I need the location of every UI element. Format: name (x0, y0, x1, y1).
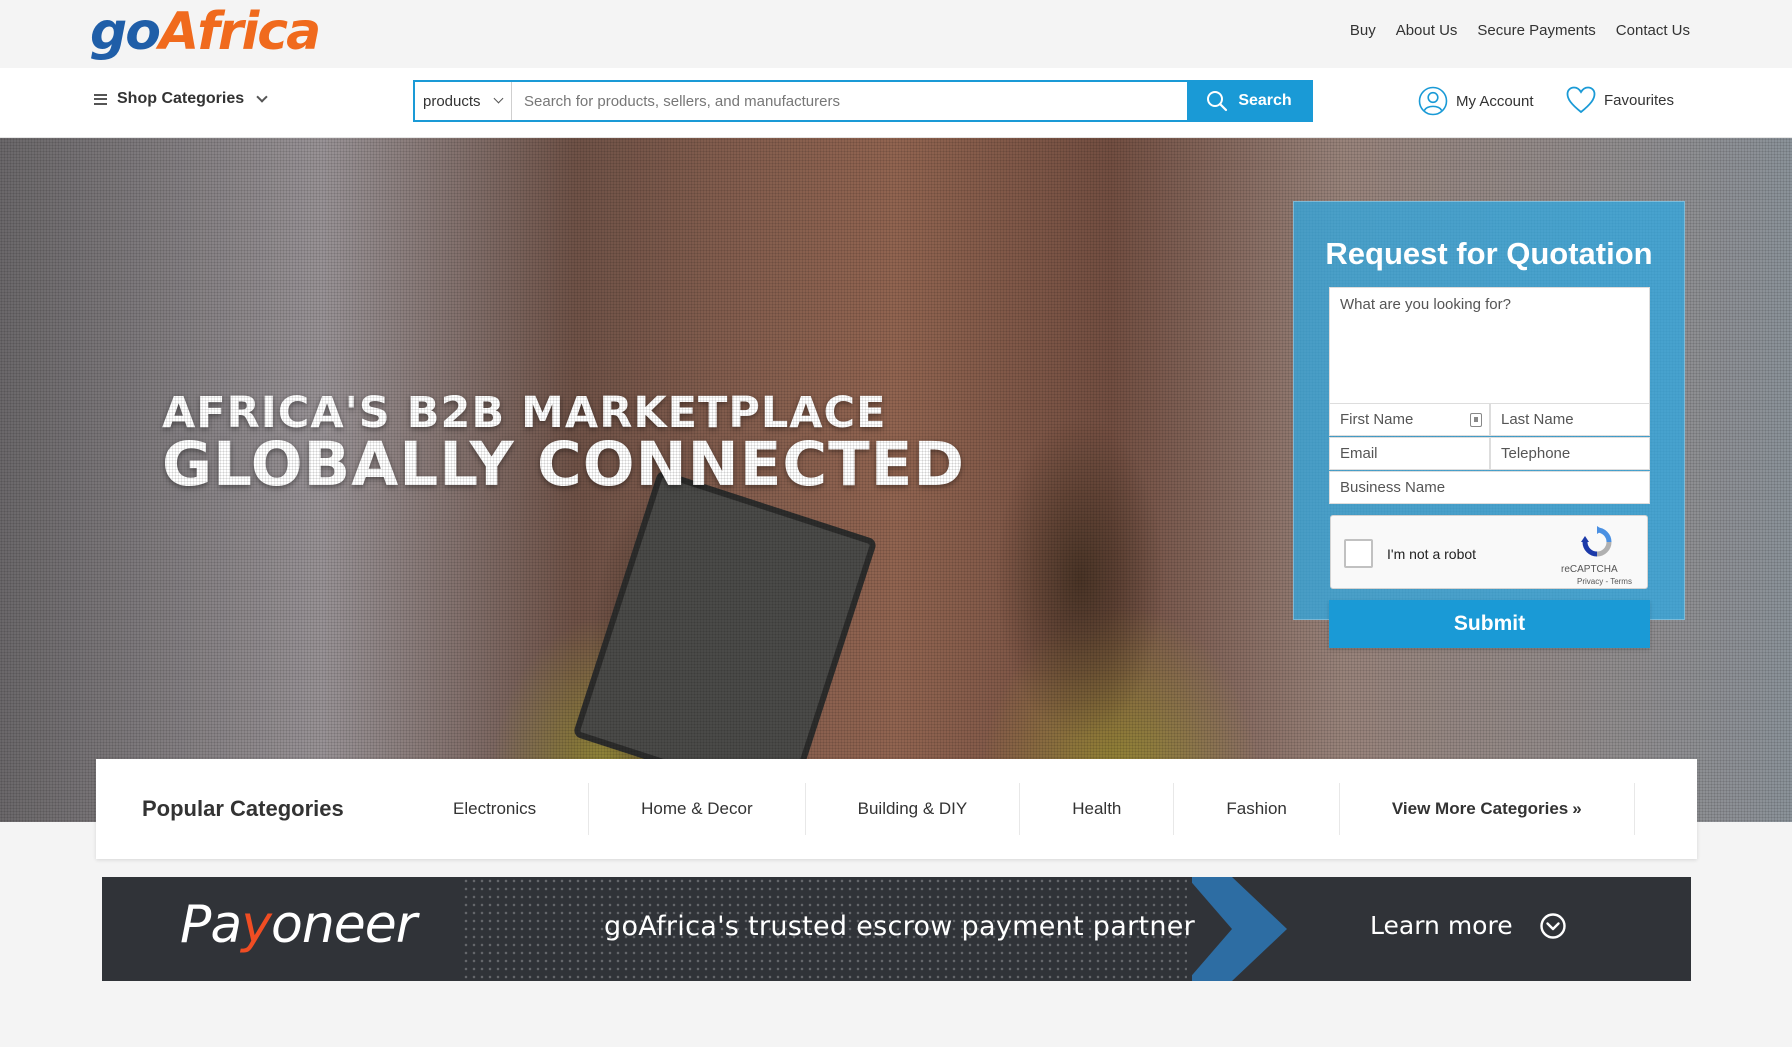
top-links: Buy About Us Secure Payments Contact Us (1350, 22, 1690, 39)
autofill-contact-icon[interactable] (1470, 413, 1482, 427)
search-input[interactable] (512, 82, 1187, 120)
favourites-label: Favourites (1604, 91, 1675, 109)
goafrica-logo[interactable]: goAfrica (90, 2, 321, 62)
search-scope-value: products (423, 92, 481, 110)
search-bar: products Search (413, 80, 1313, 122)
payoneer-logo: Payoneer (180, 895, 417, 955)
search-scope-select[interactable]: products (415, 82, 512, 120)
favourites-link[interactable]: Favourites (1566, 86, 1674, 114)
category-home-decor[interactable]: Home & Decor (589, 783, 806, 835)
double-chevron-right-icon: » (1572, 799, 1582, 818)
link-about-us[interactable]: About Us (1396, 22, 1458, 39)
category-electronics[interactable]: Electronics (401, 783, 590, 835)
popular-categories-title: Popular Categories (142, 796, 344, 821)
learn-more-label: Learn more (1370, 911, 1513, 940)
rfq-title: Request for Quotation (1325, 236, 1653, 271)
email-field[interactable] (1329, 437, 1490, 470)
search-icon (1207, 91, 1228, 112)
first-name-field[interactable] (1329, 403, 1490, 436)
hero-banner: AFRICA'S B2B MARKETPLACE GLOBALLY CONNEC… (0, 138, 1792, 822)
logo-go-text: go (90, 2, 161, 62)
shop-categories-label: Shop Categories (117, 90, 245, 107)
chevron-circle-down-icon (1539, 912, 1566, 939)
popular-categories-bar: Popular Categories Electronics Home & De… (96, 759, 1697, 859)
hero-headline-line1: AFRICA'S B2B MARKETPLACE (162, 388, 887, 438)
telephone-field[interactable] (1490, 437, 1650, 470)
recaptcha-terms-link[interactable]: Privacy - Terms (1577, 577, 1632, 586)
category-list: Electronics Home & Decor Building & DIY … (401, 783, 1635, 835)
payoneer-logo-rest: oneer (271, 895, 417, 955)
nav-bar: Shop Categories products Search My Accou… (0, 68, 1792, 138)
looking-for-field[interactable] (1329, 287, 1650, 404)
search-button-label: Search (1238, 92, 1292, 109)
heart-icon (1566, 86, 1596, 114)
my-account-link[interactable]: My Account (1418, 86, 1534, 116)
user-icon (1418, 86, 1448, 116)
payoneer-banner[interactable]: Payoneer goAfrica's trusted escrow payme… (102, 877, 1691, 981)
category-building-diy[interactable]: Building & DIY (806, 783, 1021, 835)
link-contact-us[interactable]: Contact Us (1616, 22, 1690, 39)
banner-tagline: goAfrica's trusted escrow payment partne… (604, 911, 1196, 942)
tablet-illustration (572, 469, 878, 807)
payoneer-logo-pa: Pa (180, 895, 242, 955)
shop-categories-button[interactable]: Shop Categories (94, 90, 268, 108)
my-account-label: My Account (1456, 92, 1534, 110)
logo-africa-text: Africa (158, 2, 321, 62)
chevron-down-icon (493, 93, 503, 104)
rfq-form: Request for Quotation I'm not a robot re… (1293, 201, 1685, 648)
view-more-categories-link[interactable]: View More Categories » (1340, 783, 1635, 835)
payoneer-logo-y: y (241, 895, 272, 955)
recaptcha-widget: I'm not a robot reCAPTCHA Privacy - Term… (1330, 515, 1648, 589)
chevron-down-icon (256, 90, 268, 103)
link-secure-payments[interactable]: Secure Payments (1477, 22, 1595, 39)
category-health[interactable]: Health (1020, 783, 1175, 835)
recaptcha-logo-icon (1581, 526, 1612, 557)
search-button[interactable]: Search (1187, 82, 1311, 120)
business-name-field[interactable] (1329, 471, 1650, 504)
hamburger-icon (94, 93, 107, 105)
last-name-field[interactable] (1490, 403, 1650, 436)
recaptcha-checkbox[interactable] (1344, 539, 1373, 568)
category-fashion[interactable]: Fashion (1174, 783, 1340, 835)
banner-arrow-tip (1232, 877, 1287, 981)
view-more-label: View More Categories (1391, 799, 1569, 818)
submit-button[interactable]: Submit (1329, 600, 1650, 648)
link-buy[interactable]: Buy (1350, 22, 1376, 39)
learn-more-link[interactable]: Learn more (1370, 911, 1567, 940)
top-bar: goAfrica Buy About Us Secure Payments Co… (0, 0, 1792, 68)
hero-headline-line2: GLOBALLY CONNECTED (162, 429, 966, 500)
recaptcha-label: I'm not a robot (1387, 546, 1477, 562)
recaptcha-brand: reCAPTCHA (1561, 564, 1618, 575)
